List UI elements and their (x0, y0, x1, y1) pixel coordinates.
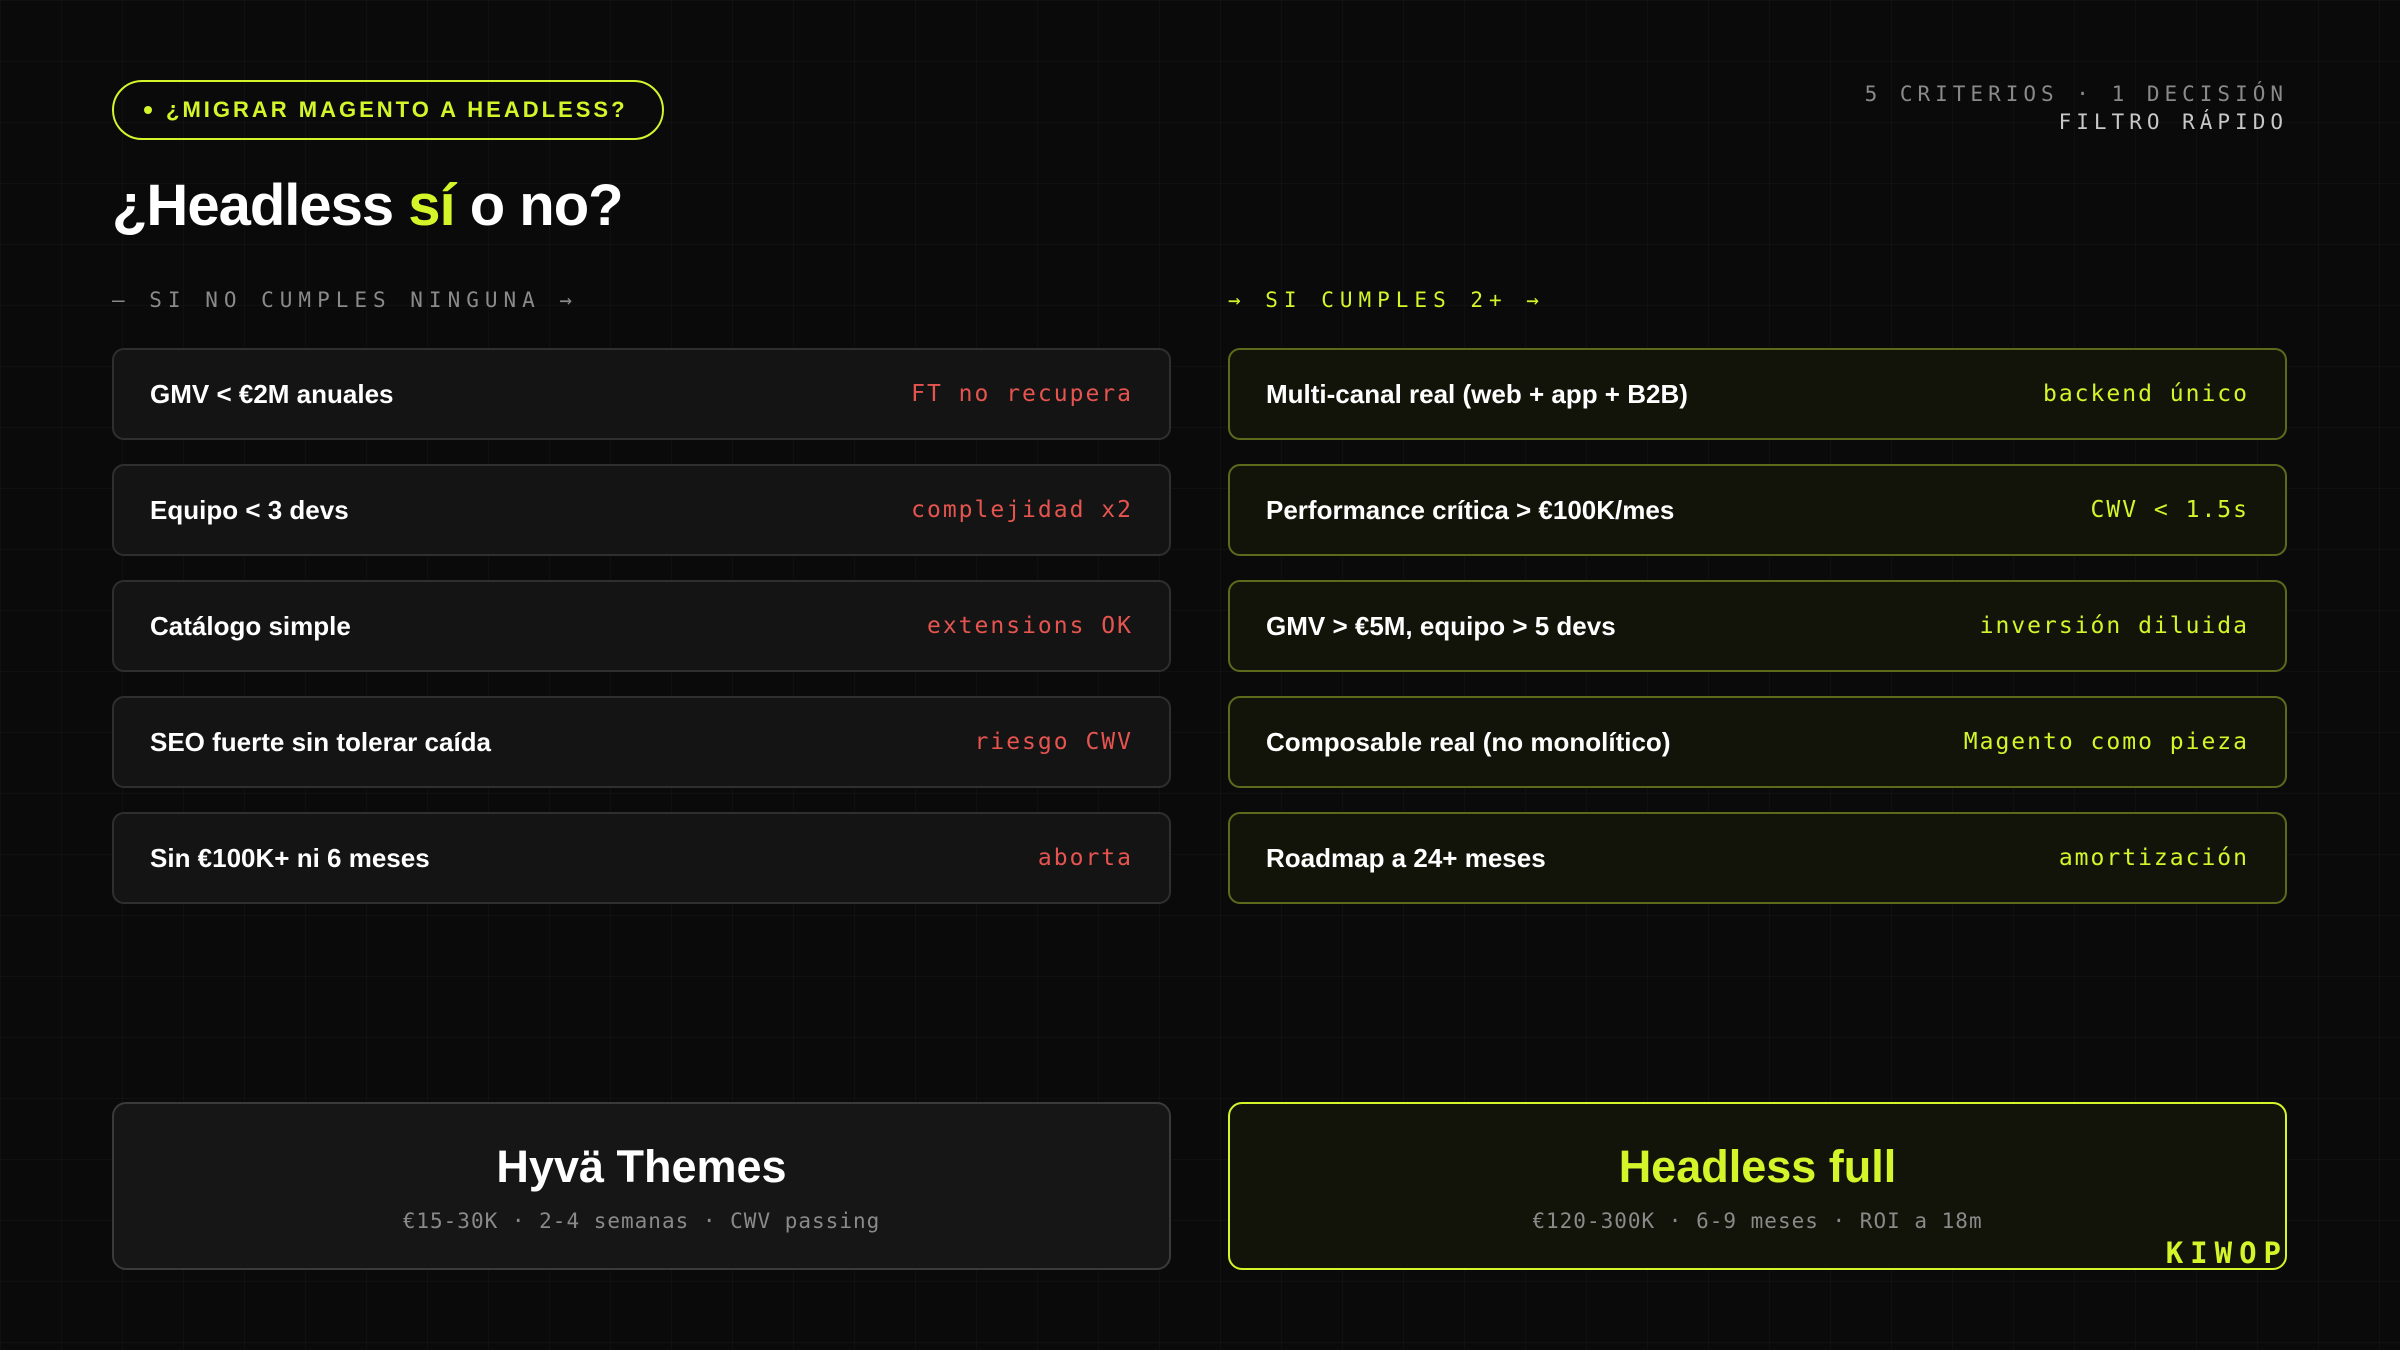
criteria-text: Composable real (no monolítico) (1266, 726, 1671, 757)
criteria-row: Composable real (no monolítico) Magento … (1228, 696, 2287, 788)
title-accent: sí (408, 173, 455, 238)
result-subtitle: €15-30K · 2-4 semanas · CWV passing (402, 1209, 881, 1233)
right-column-label: → SI CUMPLES 2+ → (1228, 288, 1545, 312)
criteria-tag: FT no recupera (911, 381, 1133, 407)
page-title: ¿Headless sí o no? (112, 168, 624, 244)
criteria-text: Performance crítica > €100K/mes (1266, 494, 1675, 525)
criteria-row: Sin €100K+ ni 6 meses aborta (112, 812, 1171, 904)
criteria-row: Roadmap a 24+ meses amortización (1228, 812, 2287, 904)
criteria-tag: inversión diluida (1979, 613, 2249, 639)
criteria-row: SEO fuerte sin tolerar caída riesgo CWV (112, 696, 1171, 788)
criteria-row: GMV > €5M, equipo > 5 devs inversión dil… (1228, 580, 2287, 672)
result-title: Hyvä Themes (496, 1141, 787, 1192)
criteria-text: GMV > €5M, equipo > 5 devs (1266, 610, 1616, 641)
result-subtitle: €120-300K · 6-9 meses · ROI a 18m (1532, 1209, 1983, 1233)
criteria-row: Catálogo simple extensions OK (112, 580, 1171, 672)
criteria-tag: complejidad x2 (911, 497, 1133, 523)
title-before: ¿Headless (112, 173, 409, 238)
criteria-tag: amortización (2058, 845, 2249, 871)
criteria-text: GMV < €2M anuales (150, 378, 394, 409)
criteria-tag: riesgo CWV (974, 729, 1133, 755)
bullet-dot-icon (144, 106, 152, 114)
result-card-hyva: Hyvä Themes €15-30K · 2-4 semanas · CWV … (112, 1102, 1171, 1270)
criteria-tag: extensions OK (926, 613, 1133, 639)
criteria-tag: aborta (1037, 845, 1133, 871)
criteria-text: Sin €100K+ ni 6 meses (150, 842, 430, 873)
criteria-text: SEO fuerte sin tolerar caída (150, 726, 492, 757)
criteria-text: Multi-canal real (web + app + B2B) (1266, 378, 1688, 409)
topic-badge: ¿MIGRAR MAGENTO A HEADLESS? (112, 80, 664, 140)
left-criteria-list: GMV < €2M anuales FT no recupera Equipo … (112, 348, 1171, 928)
criteria-text: Equipo < 3 devs (150, 494, 349, 525)
meta-info: 5 CRITERIOS · 1 DECISIÓN FILTRO RÁPIDO (1865, 80, 2288, 136)
meta-line-2: FILTRO RÁPIDO (2058, 110, 2288, 134)
criteria-text: Catálogo simple (150, 610, 351, 641)
left-column-label: — SI NO CUMPLES NINGUNA → (112, 288, 579, 312)
criteria-tag: Magento como pieza (1963, 729, 2249, 755)
criteria-row: Multi-canal real (web + app + B2B) backe… (1228, 348, 2287, 440)
right-criteria-list: Multi-canal real (web + app + B2B) backe… (1228, 348, 2287, 928)
topic-badge-label: ¿MIGRAR MAGENTO A HEADLESS? (166, 97, 628, 122)
criteria-text: Roadmap a 24+ meses (1266, 842, 1546, 873)
criteria-row: Performance crítica > €100K/mes CWV < 1.… (1228, 464, 2287, 556)
result-card-headless: Headless full €120-300K · 6-9 meses · RO… (1228, 1102, 2287, 1270)
result-title: Headless full (1618, 1141, 1897, 1192)
criteria-tag: backend único (2042, 381, 2249, 407)
criteria-tag: CWV < 1.5s (2090, 497, 2249, 523)
criteria-row: Equipo < 3 devs complejidad x2 (112, 464, 1171, 556)
meta-line-1: 5 CRITERIOS · 1 DECISIÓN (1864, 82, 2288, 106)
title-after: o no? (454, 173, 624, 238)
brand-logo: KIWOP (2165, 1236, 2288, 1270)
criteria-row: GMV < €2M anuales FT no recupera (112, 348, 1171, 440)
